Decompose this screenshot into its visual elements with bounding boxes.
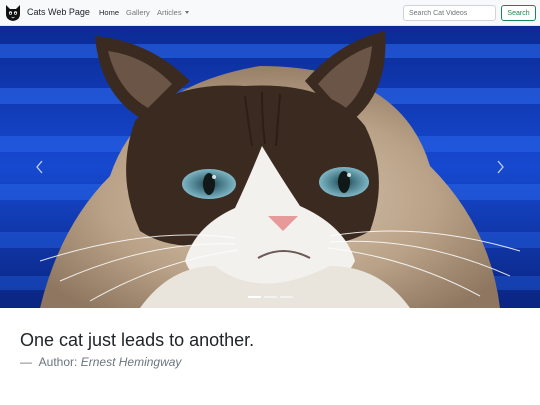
caret-down-icon xyxy=(184,11,189,14)
search-button[interactable]: Search xyxy=(501,5,536,21)
carousel-indicator[interactable] xyxy=(247,296,261,298)
navbar: Cats Web Page Home Gallery Articles Sear… xyxy=(0,0,540,26)
nav-home[interactable]: Home xyxy=(99,8,119,17)
chevron-left-icon xyxy=(36,160,43,174)
nav-gallery[interactable]: Gallery xyxy=(126,8,150,17)
grumpy-cat-image xyxy=(0,26,540,308)
brand-name[interactable]: Cats Web Page xyxy=(27,7,90,17)
quote-footer: — Author: Ernest Hemingway xyxy=(20,355,181,369)
nav-articles-label: Articles xyxy=(157,8,182,17)
author-label: Author: xyxy=(38,355,78,369)
cat-logo-icon[interactable] xyxy=(5,4,21,22)
carousel-indicators xyxy=(0,296,540,302)
chevron-right-icon xyxy=(497,160,504,174)
carousel-prev-control[interactable] xyxy=(0,26,80,308)
image-carousel xyxy=(0,26,540,308)
carousel-next-control[interactable] xyxy=(460,26,540,308)
carousel-indicator[interactable] xyxy=(263,296,277,298)
author-name: Ernest Hemingway xyxy=(80,355,182,369)
quote-text: One cat just leads to another. xyxy=(20,330,255,350)
carousel-indicator[interactable] xyxy=(279,296,293,298)
search-input[interactable] xyxy=(403,5,496,21)
nav-articles-dropdown[interactable]: Articles xyxy=(157,8,189,17)
quote-dash: — xyxy=(20,355,32,369)
